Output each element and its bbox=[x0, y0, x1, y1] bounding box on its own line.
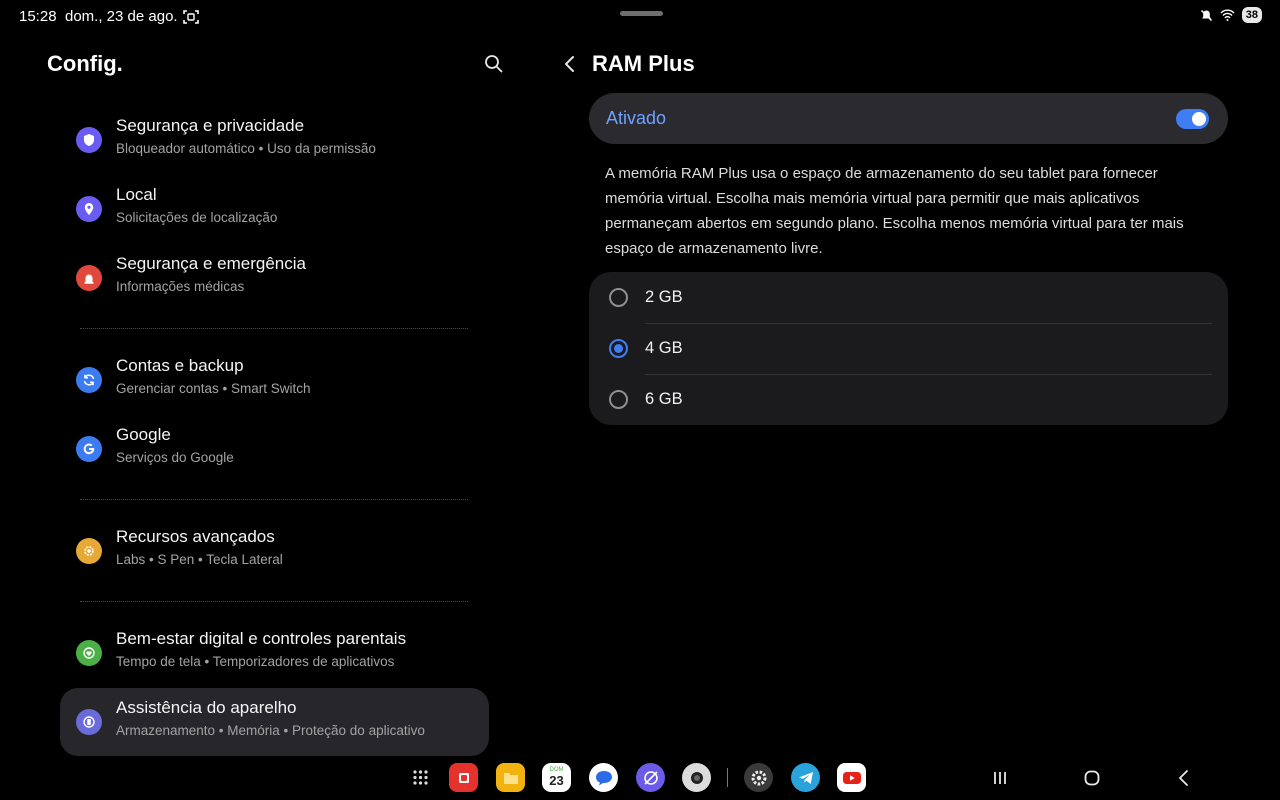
calendar-day: 23 bbox=[549, 773, 564, 788]
browser-icon[interactable] bbox=[636, 763, 665, 792]
wifi-icon bbox=[1220, 9, 1235, 21]
option-label: 4 GB bbox=[645, 339, 683, 357]
section-divider bbox=[80, 601, 468, 602]
page-title: Config. bbox=[47, 51, 123, 76]
telegram-icon[interactable] bbox=[791, 763, 820, 792]
device-care-icon bbox=[76, 709, 102, 735]
settings-item-subtitle: Informações médicas bbox=[116, 279, 245, 294]
status-bar: 15:28 dom., 23 de ago. 38 bbox=[0, 0, 1280, 34]
ram-plus-description: A memória RAM Plus usa o espaço de armaz… bbox=[605, 165, 1184, 257]
taskbar-separator bbox=[727, 768, 728, 787]
option-label: 2 GB bbox=[645, 288, 683, 306]
settings-item-title: Recursos avançados bbox=[116, 527, 275, 546]
memory-option-2gb[interactable]: 2 GB bbox=[589, 272, 1228, 323]
my-files-icon[interactable] bbox=[496, 763, 525, 792]
calendar-icon[interactable]: DOM 23 bbox=[542, 763, 571, 792]
ram-plus-switch[interactable] bbox=[1176, 109, 1209, 129]
detail-title: RAM Plus bbox=[592, 51, 695, 76]
settings-item-subtitle: Tempo de tela • Temporizadores de aplica… bbox=[116, 654, 395, 669]
heart-icon bbox=[76, 640, 102, 666]
settings-item-title: Assistência do aparelho bbox=[116, 698, 297, 717]
settings-item-subtitle: Serviços do Google bbox=[116, 450, 234, 465]
notes-app-icon[interactable] bbox=[449, 763, 478, 792]
shield-icon bbox=[76, 127, 102, 153]
mute-icon bbox=[1200, 9, 1212, 21]
google-icon bbox=[76, 436, 102, 462]
gear-plus-icon bbox=[76, 538, 102, 564]
option-label: 6 GB bbox=[645, 390, 683, 408]
settings-item-subtitle: Armazenamento • Memória • Proteção do ap… bbox=[116, 723, 425, 738]
settings-icon[interactable] bbox=[744, 763, 773, 792]
settings-item-subtitle: Bloqueador automático • Uso da permissão bbox=[116, 141, 376, 156]
settings-item-title: Local bbox=[116, 185, 157, 204]
settings-item-title: Google bbox=[116, 425, 171, 444]
memory-options-list: 2 GB 4 GB 6 GB bbox=[589, 272, 1228, 425]
settings-item-advanced-features[interactable]: Recursos avançados Labs • S Pen • Tecla … bbox=[60, 517, 489, 585]
camera-icon[interactable] bbox=[682, 763, 711, 792]
toggle-label: Ativado bbox=[606, 108, 667, 128]
radio-button[interactable] bbox=[609, 390, 628, 409]
back-icon[interactable] bbox=[1172, 766, 1196, 790]
home-icon[interactable] bbox=[1080, 766, 1104, 790]
radio-button[interactable] bbox=[609, 288, 628, 307]
settings-item-subtitle: Labs • S Pen • Tecla Lateral bbox=[116, 552, 283, 567]
status-time: 15:28 bbox=[19, 8, 57, 25]
settings-item-device-care[interactable]: Assistência do aparelho Armazenamento • … bbox=[60, 688, 489, 756]
settings-item-title: Segurança e emergência bbox=[116, 254, 306, 273]
screenshot-icon bbox=[183, 10, 199, 24]
settings-item-safety-emergency[interactable]: Segurança e emergência Informações médic… bbox=[60, 244, 489, 312]
settings-item-title: Segurança e privacidade bbox=[116, 116, 305, 135]
messages-icon[interactable] bbox=[589, 763, 618, 792]
settings-item-subtitle: Solicitações de localização bbox=[116, 210, 278, 225]
emergency-siren-icon bbox=[76, 265, 102, 291]
taskbar: DOM 23 bbox=[0, 756, 1280, 800]
section-divider bbox=[80, 328, 468, 329]
status-date: dom., 23 de ago. bbox=[65, 8, 178, 25]
back-arrow-icon[interactable] bbox=[558, 52, 582, 76]
location-pin-icon bbox=[76, 196, 102, 222]
settings-item-security-privacy[interactable]: Segurança e privacidade Bloqueador autom… bbox=[60, 106, 489, 174]
app-drawer-icon[interactable] bbox=[406, 763, 435, 792]
settings-item-subtitle: Gerenciar contas • Smart Switch bbox=[116, 381, 311, 396]
sync-icon bbox=[76, 367, 102, 393]
settings-item-accounts-backup[interactable]: Contas e backup Gerenciar contas • Smart… bbox=[60, 346, 489, 414]
settings-item-title: Contas e backup bbox=[116, 356, 244, 375]
memory-option-6gb[interactable]: 6 GB bbox=[589, 374, 1228, 425]
ram-plus-toggle-row[interactable]: Ativado bbox=[589, 93, 1228, 144]
search-icon[interactable] bbox=[483, 53, 505, 75]
recents-icon[interactable] bbox=[988, 766, 1012, 790]
youtube-icon[interactable] bbox=[837, 763, 866, 792]
settings-item-digital-wellbeing[interactable]: Bem-estar digital e controles parentais … bbox=[60, 619, 489, 687]
battery-indicator: 38 bbox=[1241, 7, 1262, 23]
memory-option-4gb[interactable]: 4 GB bbox=[589, 323, 1228, 374]
settings-item-google[interactable]: Google Serviços do Google bbox=[60, 415, 489, 483]
settings-item-title: Bem-estar digital e controles parentais bbox=[116, 629, 407, 648]
section-divider bbox=[80, 499, 468, 500]
radio-button-selected[interactable] bbox=[609, 339, 628, 358]
drag-handle[interactable] bbox=[620, 11, 663, 16]
switch-knob bbox=[1192, 112, 1206, 126]
settings-item-location[interactable]: Local Solicitações de localização bbox=[60, 175, 489, 243]
